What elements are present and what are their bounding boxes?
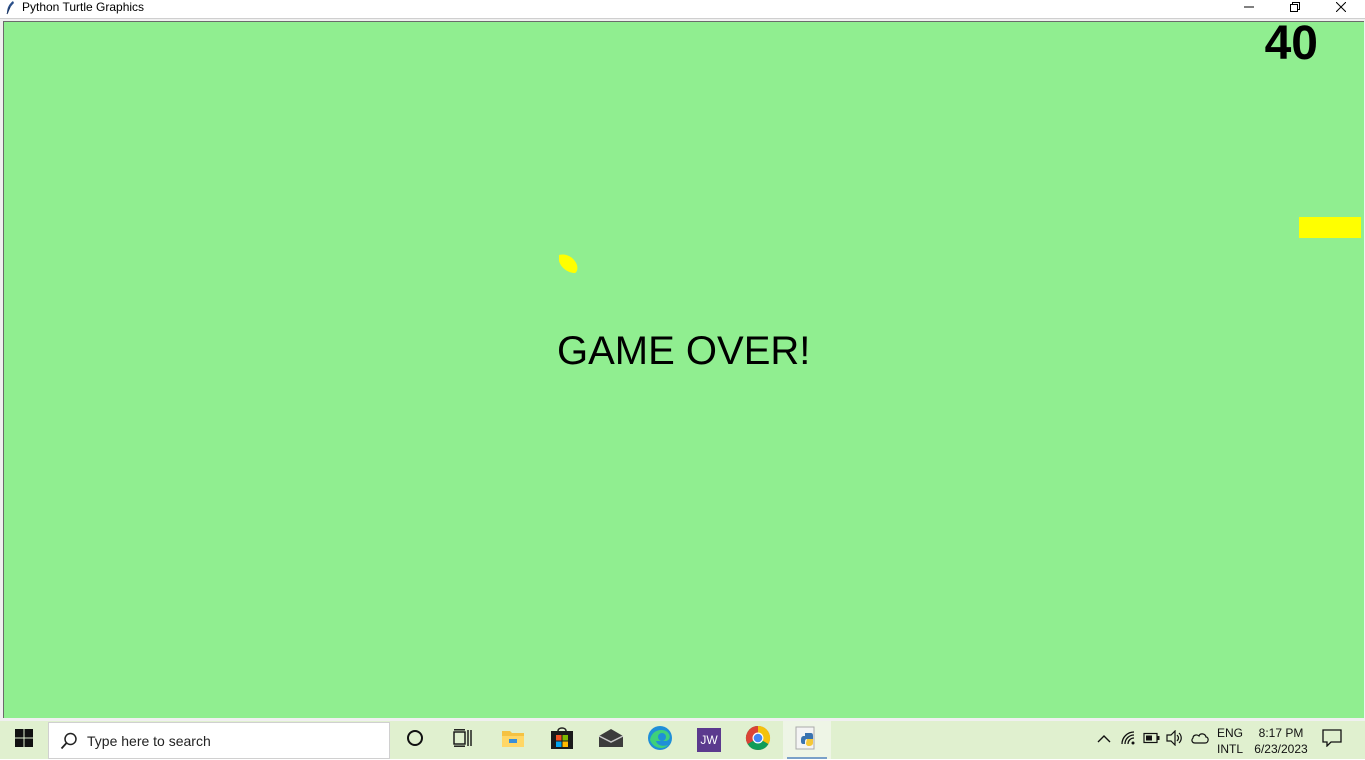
start-button[interactable] <box>0 721 47 759</box>
restore-button[interactable] <box>1272 0 1318 16</box>
window-title: Python Turtle Graphics <box>22 0 145 14</box>
mail-icon <box>598 728 624 753</box>
task-view-button[interactable] <box>439 721 487 759</box>
python-icon <box>794 725 820 756</box>
network-button[interactable] <box>1119 729 1139 751</box>
clock-time: 8:17 PM <box>1258 726 1304 740</box>
battery-icon <box>1143 731 1161 749</box>
food-icon <box>556 253 580 275</box>
score-display: 40 <box>1264 21 1318 70</box>
title-bar: Python Turtle Graphics <box>0 0 1365 19</box>
search-box[interactable]: Type here to search <box>48 722 390 759</box>
game-over-message: GAME OVER! <box>557 329 811 373</box>
keyboard-layout: INTL <box>1217 742 1244 756</box>
minimize-icon <box>1244 0 1254 17</box>
clock[interactable]: 8:17 PM 6/23/2023 <box>1250 725 1312 757</box>
battery-button[interactable] <box>1142 729 1162 751</box>
language-code: ENG <box>1217 726 1244 740</box>
close-button[interactable] <box>1318 0 1364 16</box>
volume-button[interactable] <box>1165 729 1185 751</box>
file-explorer-button[interactable] <box>489 721 537 759</box>
show-hidden-icons-button[interactable] <box>1094 729 1114 751</box>
paddle <box>1299 217 1361 238</box>
taskbar: Type here to search JW ENG INTL 8:17 PM … <box>0 721 1365 759</box>
edge-icon <box>647 725 673 756</box>
search-placeholder: Type here to search <box>87 733 211 749</box>
edge-button[interactable] <box>636 721 684 759</box>
python-button[interactable] <box>783 721 831 759</box>
file-explorer-icon <box>501 728 525 753</box>
action-center-button[interactable] <box>1319 728 1345 752</box>
close-icon <box>1335 0 1347 17</box>
restore-icon <box>1290 0 1300 17</box>
wifi-icon <box>1120 730 1138 751</box>
search-icon <box>60 732 78 750</box>
chevron-up-icon <box>1097 731 1111 749</box>
jw-icon: JW <box>697 728 721 752</box>
game-canvas[interactable]: 40 GAME OVER! <box>3 21 1364 718</box>
chrome-button[interactable] <box>734 721 782 759</box>
store-icon <box>550 726 574 755</box>
clock-date: 6/23/2023 <box>1254 742 1308 756</box>
windows-icon <box>14 728 33 752</box>
input-language-indicator[interactable]: ENG INTL <box>1217 725 1247 757</box>
mail-button[interactable] <box>587 721 635 759</box>
store-button[interactable] <box>538 721 586 759</box>
chrome-icon <box>745 725 771 756</box>
jw-button[interactable]: JW <box>685 721 733 759</box>
cortana-button[interactable] <box>391 721 439 759</box>
task-view-icon <box>453 728 473 752</box>
onedrive-button[interactable] <box>1190 729 1210 751</box>
speaker-icon <box>1166 729 1184 751</box>
canvas-frame: 40 GAME OVER! <box>0 19 1365 721</box>
cortana-icon <box>406 729 424 752</box>
feather-icon <box>5 1 15 15</box>
minimize-button[interactable] <box>1226 0 1272 16</box>
notification-icon <box>1322 728 1342 752</box>
cloud-icon <box>1191 731 1209 749</box>
